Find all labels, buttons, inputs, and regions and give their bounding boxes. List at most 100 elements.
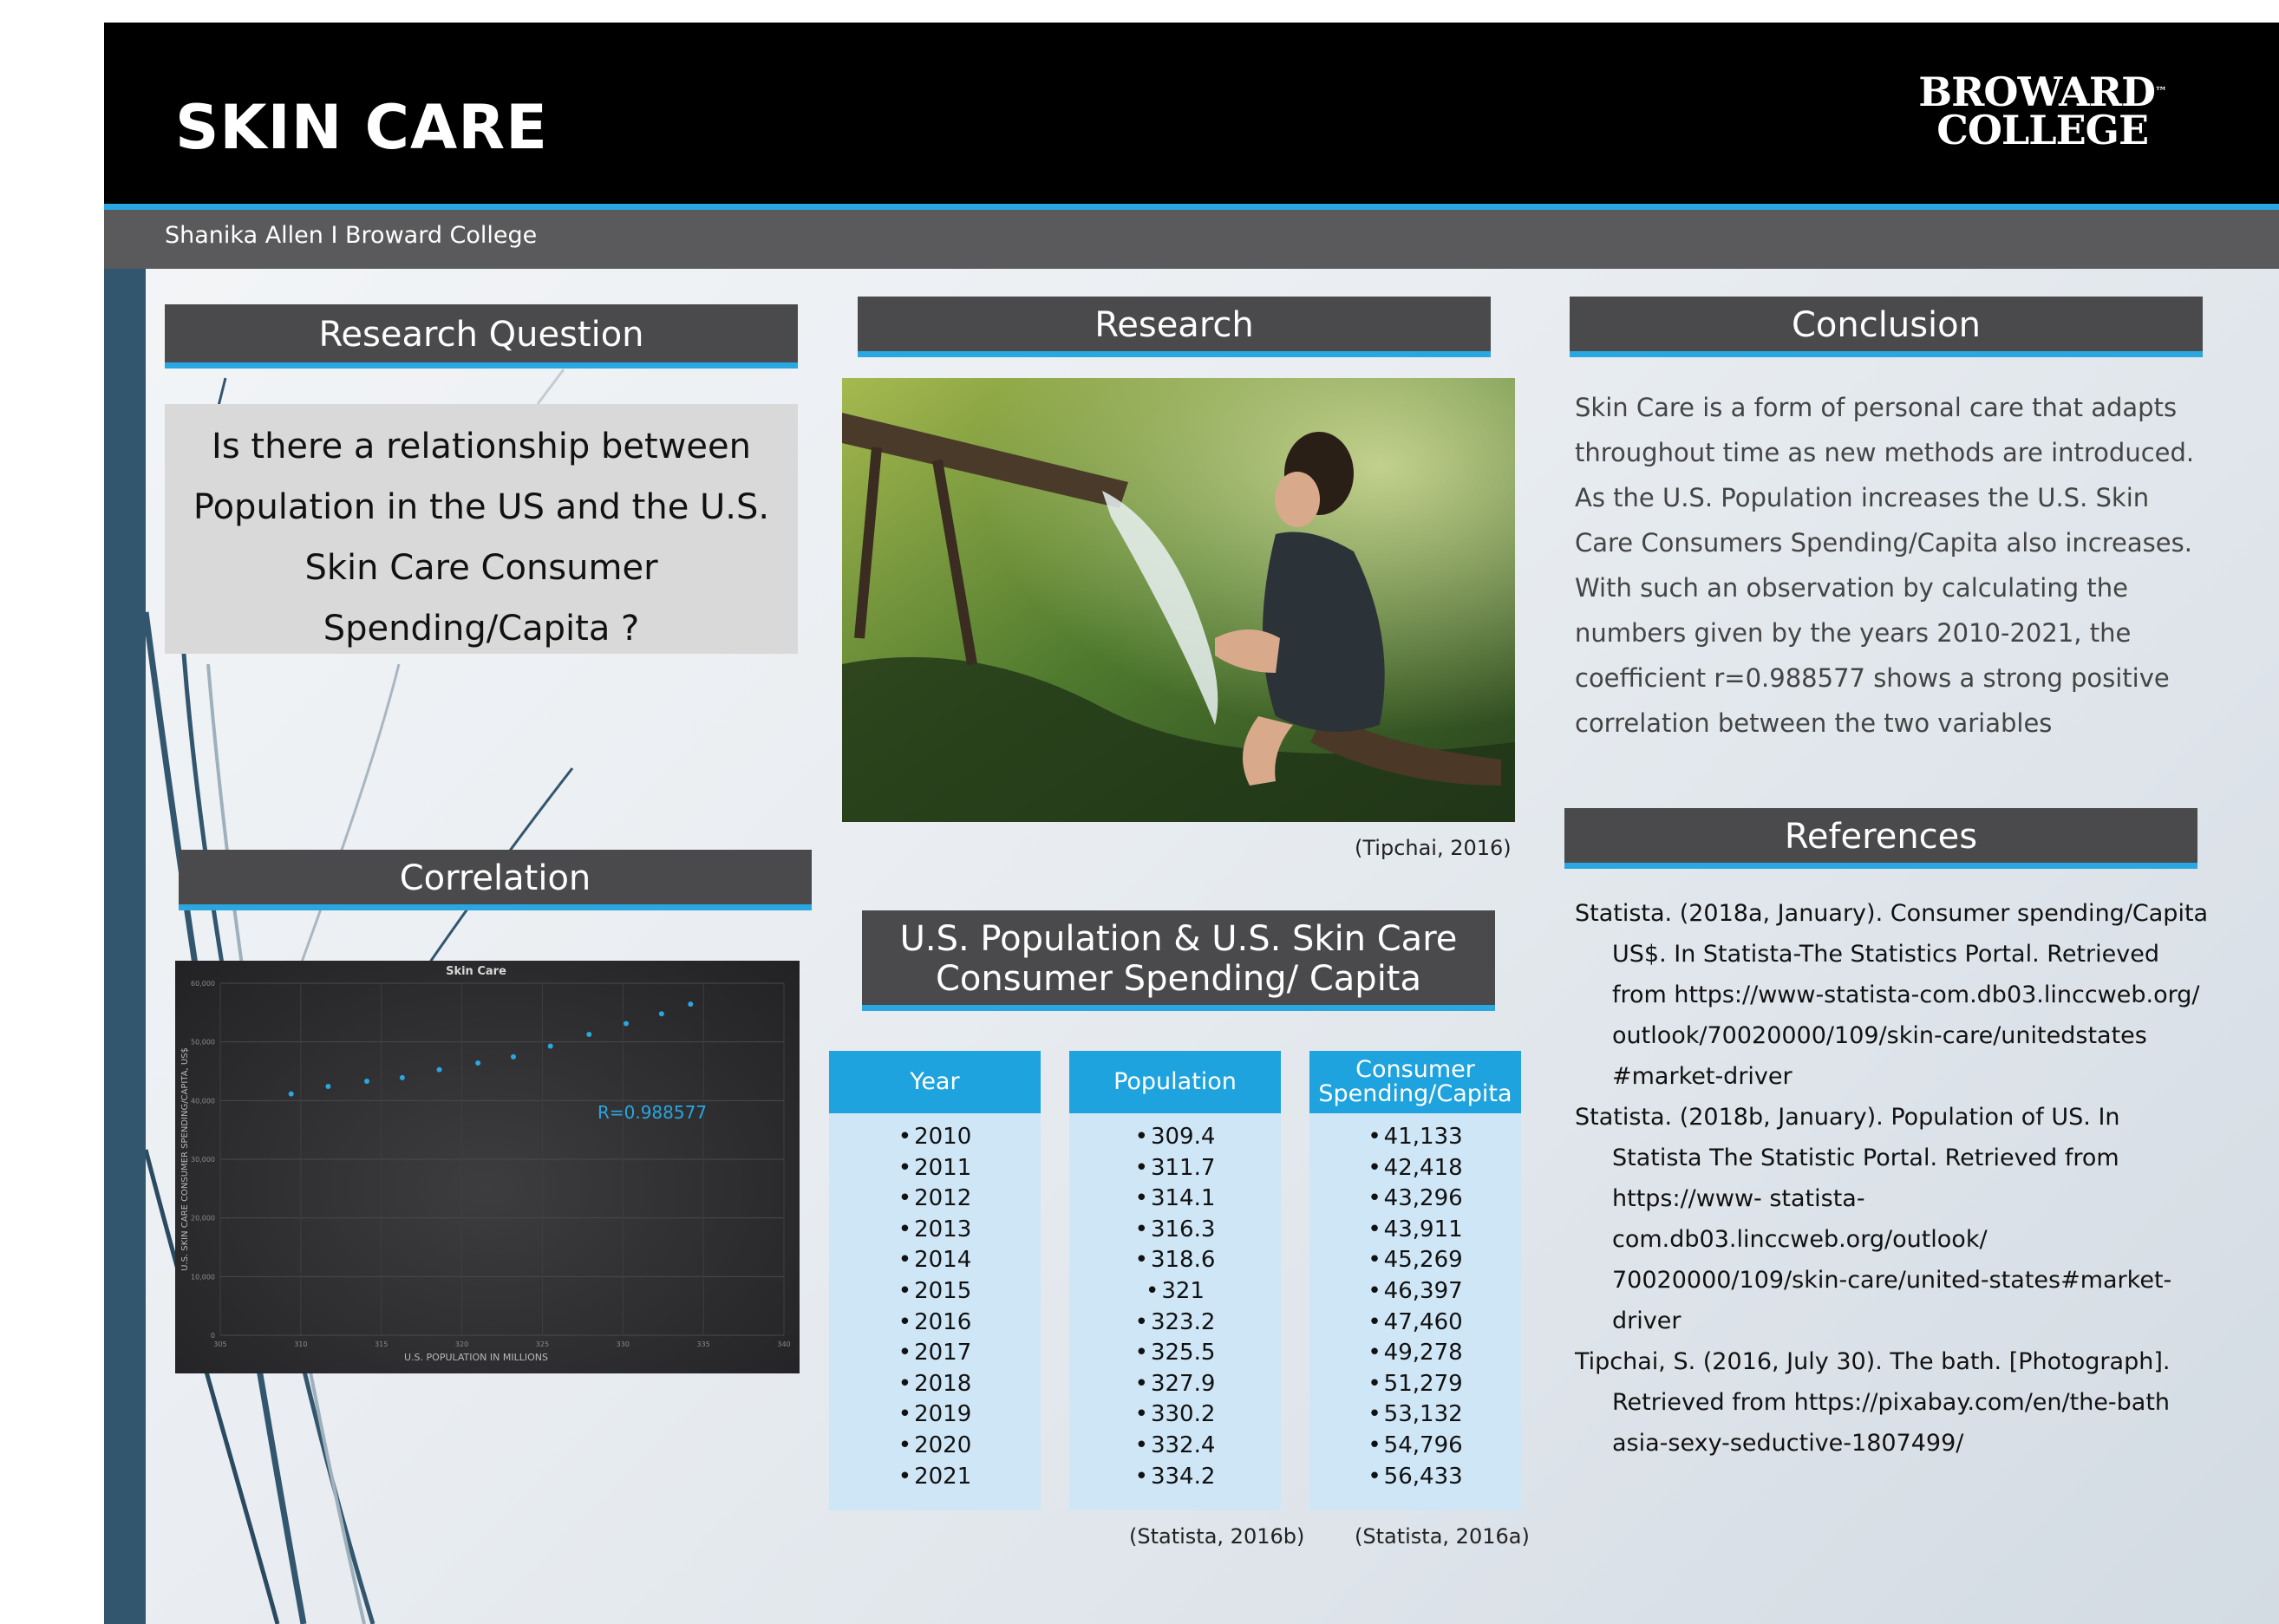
table-cell: 327.9 (1069, 1369, 1281, 1400)
x-tick-label: 335 (697, 1340, 710, 1348)
population-column-header: Population (1069, 1051, 1281, 1113)
chart-title: Skin Care (446, 965, 506, 978)
table-cell: 2016 (829, 1308, 1041, 1339)
y-tick-label: 50,000 (191, 1039, 215, 1047)
population-credit: (Statista, 2016b) (1129, 1524, 1305, 1549)
references-heading: References (1564, 808, 2197, 869)
table-cell: 325.5 (1069, 1338, 1281, 1369)
research-question-heading: Research Question (165, 304, 798, 368)
x-tick-label: 330 (617, 1340, 630, 1348)
population-column-body: 309.4311.7314.1316.3318.6321323.2325.532… (1069, 1113, 1281, 1492)
y-tick-label: 30,000 (191, 1156, 215, 1164)
data-point (624, 1021, 629, 1027)
table-cell: 2014 (829, 1245, 1041, 1276)
left-accent-bar (104, 269, 146, 1624)
table-cell: 51,279 (1309, 1369, 1521, 1400)
year-column: Year 20102011201220132014201520162017201… (829, 1051, 1041, 1510)
table-cell: 2012 (829, 1184, 1041, 1215)
table-cell: 2020 (829, 1431, 1041, 1462)
table-cell: 49,278 (1309, 1338, 1521, 1369)
y-tick-label: 0 (211, 1332, 215, 1340)
table-cell: 2019 (829, 1399, 1041, 1431)
reference-item: Statista. (2018a, January). Consumer spe… (1575, 900, 2209, 1090)
table-cell: 2013 (829, 1215, 1041, 1246)
y-axis-label: U.S. SKIN CARE CONSUMER SPENDING/CAPITA,… (180, 1047, 190, 1271)
table-cell: 45,269 (1309, 1245, 1521, 1276)
spending-column-header: Consumer Spending/Capita (1309, 1051, 1521, 1113)
references-list: Statista. (2018a, January). Consumer spe… (1575, 893, 2217, 1464)
table-cell: 321 (1069, 1276, 1281, 1308)
table-cell: 330.2 (1069, 1399, 1281, 1431)
table-cell: 318.6 (1069, 1245, 1281, 1276)
table-cell: 309.4 (1069, 1122, 1281, 1153)
author-text: Shanika Allen I Broward College (165, 222, 538, 249)
year-column-header: Year (829, 1051, 1041, 1113)
table-cell: 332.4 (1069, 1431, 1281, 1462)
y-tick-label: 20,000 (191, 1215, 215, 1223)
chart-svg: 0 10,000 20,000 30,000 40,000 50,000 60,000 305… (180, 965, 791, 1363)
table-cell: 334.2 (1069, 1462, 1281, 1493)
research-photo (842, 378, 1515, 822)
data-point (436, 1066, 442, 1073)
conclusion-heading: Conclusion (1570, 297, 2203, 357)
x-tick-label: 320 (455, 1340, 468, 1348)
spending-credit: (Statista, 2016a) (1355, 1524, 1530, 1549)
photo-credit: (Tipchai, 2016) (1355, 836, 1512, 860)
x-tick-label: 305 (213, 1340, 226, 1348)
research-question-text: Is there a relationship between Populati… (193, 427, 770, 649)
reference-item: Statista. (2018b, January). Population o… (1575, 1104, 2172, 1334)
population-column: Population 309.4311.7314.1316.3318.63213… (1069, 1051, 1281, 1510)
reference-item: Tipchai, S. (2016, July 30). The bath. [… (1575, 1348, 2171, 1457)
data-point (688, 1001, 694, 1008)
y-tick-label: 60,000 (191, 980, 215, 988)
data-point (399, 1074, 405, 1080)
data-point (547, 1043, 553, 1049)
x-tick-label: 315 (375, 1340, 388, 1348)
y-tick-label: 40,000 (191, 1097, 215, 1105)
table-cell: 47,460 (1309, 1308, 1521, 1339)
x-tick-label: 340 (777, 1340, 790, 1348)
table-cell: 323.2 (1069, 1308, 1281, 1339)
conclusion-text: Skin Care is a form of personal care tha… (1575, 393, 2195, 738)
author-bar: Shanika Allen I Broward College (104, 210, 2279, 269)
poster-title: SKIN CARE (175, 92, 548, 163)
spending-column-body: 41,13342,41843,29643,91145,26946,39747,4… (1309, 1113, 1521, 1492)
table-cell: 2015 (829, 1276, 1041, 1308)
research-question-box: Is there a relationship between Populati… (165, 404, 798, 654)
data-point (475, 1060, 481, 1066)
x-tick-label: 325 (536, 1340, 549, 1348)
data-point (288, 1091, 294, 1097)
table-cell: 2021 (829, 1462, 1041, 1493)
table-cell: 53,132 (1309, 1399, 1521, 1431)
data-point (586, 1032, 592, 1038)
research-heading: Research (858, 297, 1491, 357)
poster-header: SKIN CARE BROWARD™ COLLEGE (104, 23, 2279, 210)
year-column-body: 2010201120122013201420152016201720182019… (829, 1113, 1041, 1492)
table-cell: 316.3 (1069, 1215, 1281, 1246)
table-cell: 311.7 (1069, 1153, 1281, 1184)
table-cell: 2018 (829, 1369, 1041, 1400)
x-tick-label: 310 (294, 1340, 307, 1348)
x-axis-label: U.S. POPULATION IN MILLIONS (404, 1352, 548, 1363)
table-cell: 314.1 (1069, 1184, 1281, 1215)
table-cell: 43,911 (1309, 1215, 1521, 1246)
table-cell: 42,418 (1309, 1153, 1521, 1184)
table-cell: 46,397 (1309, 1276, 1521, 1308)
table-cell: 41,133 (1309, 1122, 1521, 1153)
table-heading: U.S. Population & U.S. Skin Care Consume… (862, 910, 1495, 1011)
table-cell: 2011 (829, 1153, 1041, 1184)
scatter-chart: 0 10,000 20,000 30,000 40,000 50,000 60,000 305… (175, 961, 800, 1373)
broward-college-logo: BROWARD™ COLLEGE (1918, 68, 2167, 153)
spending-column: Consumer Spending/Capita 41,13342,41843,… (1309, 1051, 1521, 1510)
table-cell: 56,433 (1309, 1462, 1521, 1493)
data-point (658, 1011, 664, 1017)
data-point (511, 1053, 516, 1060)
table-heading-line1: U.S. Population & U.S. Skin Care (899, 919, 1458, 959)
correlation-heading: Correlation (179, 850, 812, 910)
table-heading-line2: Consumer Spending/ Capita (936, 959, 1421, 999)
correlation-annotation: R=0.988577 (598, 1102, 707, 1123)
y-tick-label: 10,000 (191, 1273, 215, 1281)
data-point (325, 1083, 331, 1089)
data-point (364, 1079, 369, 1085)
table-cell: 54,796 (1309, 1431, 1521, 1462)
